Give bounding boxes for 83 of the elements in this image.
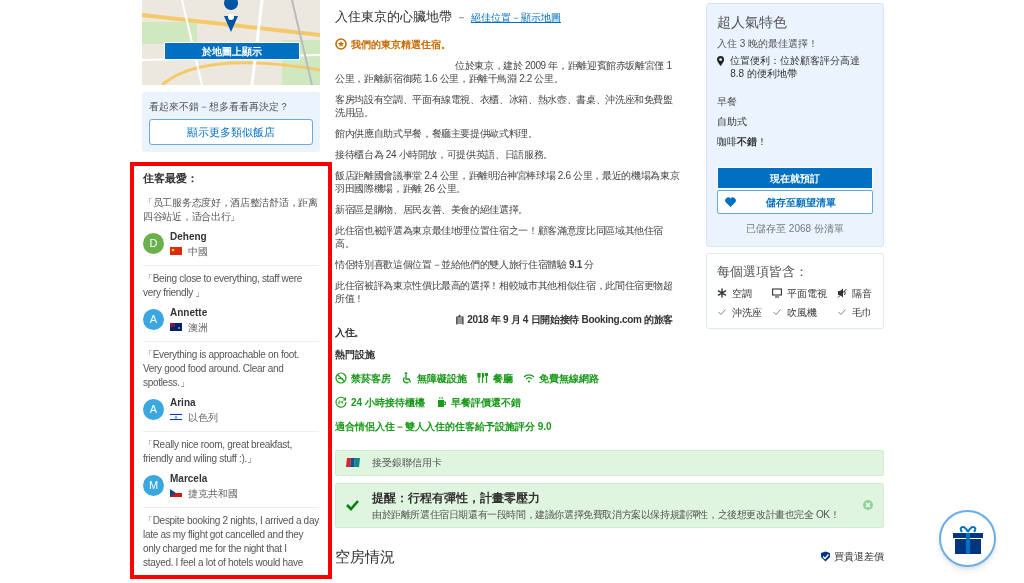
since-text: 自 2018 年 9 月 4 日開始接待 Booking.com 的旅客入住。 (335, 312, 675, 339)
payment-text: 接受銀聯信用卡 (372, 456, 442, 470)
reviewer-country: 澳洲 (188, 320, 208, 335)
heart-icon (725, 197, 736, 207)
check-icon (837, 307, 847, 317)
map-link[interactable]: 絕佳位置－顯示地圖 (471, 10, 561, 25)
card-title: 每個選項皆含： (717, 263, 809, 281)
avatar: D (143, 233, 164, 254)
reviewer-name: Annette (170, 305, 208, 320)
avatar: M (143, 475, 164, 496)
description-paragraph: 此住宿被評為東京性價比最高的選擇！相較城市其他相似住宿，此間住宿更物超所值！ (335, 278, 674, 305)
reviewer-name: Arina (170, 395, 197, 410)
amenity-label: 空調 (732, 286, 752, 301)
featured-label: 我們的東京精選住宿。 (351, 37, 451, 52)
separator: － (456, 10, 467, 25)
price-match-label: 買貴退差價 (834, 550, 884, 565)
avatar: A (143, 399, 164, 420)
location-pin-icon (717, 54, 725, 68)
review-quote: 「Despite booking 2 nights, I arrived a day late as my flight got cancelled and they only charged me for the night that I stayed. I feel a lot of hotels would have (143, 513, 319, 570)
wishlist-button[interactable]: 儲存至願望清單 (717, 190, 873, 214)
review-quote: 「Really nice room, great breakfast, friendly and wiling stuff :).」 (143, 437, 293, 466)
description-paragraph: 客房均設有空調、平面有線電視、衣櫃、冰箱、熱水壺、書桌、沖洗座和免費盥洗用品。 (335, 92, 674, 119)
reviewer-name: Marcela (170, 471, 209, 486)
tv-icon (772, 288, 782, 298)
headline: 入住東京的心臟地帶 (335, 8, 452, 26)
avatar: A (143, 309, 164, 330)
similar-prompt: 看起來不錯－想多看看再決定？ (149, 100, 290, 114)
description-paragraph: 情侶特別喜歡這個位置－並給他們的雙人旅行住宿體驗 9.1 分 (335, 257, 595, 271)
amenity-label: 吹風機 (787, 305, 817, 320)
gift-icon (951, 523, 984, 554)
availability-title: 空房情況 (335, 546, 395, 567)
reviewer-country: 中國 (188, 244, 208, 259)
location-text: 位置便利：位於顧客評分高達 8.8 的便利地帶 (730, 54, 862, 80)
description-paragraph: 新宿區是購物、居民友善、美食的絕佳選擇。 (335, 202, 529, 216)
facility-label: 餐廳 (493, 371, 513, 386)
description-paragraph: 此住宿也被評選為東京最佳地理位置住宿之一！顧客滿意度比同區域其他住宿高。 (335, 223, 665, 250)
shield-check-icon (820, 551, 831, 563)
star-badge-icon (335, 38, 347, 50)
coffee-text: 咖啡不錯！ (717, 135, 768, 149)
description-paragraph: 接待櫃台為 24 小時開放，可提供英語、日語服務。 (335, 147, 554, 161)
amenity-label: 毛巾 (852, 305, 872, 320)
more-hotels-button[interactable]: 顯示更多類似飯店 (149, 119, 313, 145)
wifi-icon (523, 372, 535, 384)
facility-label: 24 小時接待櫃檯 (351, 395, 425, 410)
reviewer-country: 以色列 (188, 410, 218, 425)
couples-note: 適合情侶入住－雙人入住的住客給予設施評分 9.0 (335, 419, 553, 434)
clock24-icon (335, 396, 347, 408)
reviewer-country: 捷克共和國 (188, 486, 238, 501)
wheelchair-icon (401, 372, 413, 384)
reminder-title: 提醒：行程有彈性，計畫零壓力 (372, 489, 541, 507)
section-title: 住客最愛： (143, 171, 199, 186)
snowflake-icon (717, 288, 727, 298)
muted-speaker-icon (837, 288, 847, 298)
description-paragraph: 位於東京，建於 2009 年，距離迎賓館赤坂離宮僅 1 公里，距離新宿御苑 1.6 公里，距離千鳥淵 2.2 公里。 (335, 58, 673, 85)
no-smoking-icon (335, 372, 347, 384)
check-icon (772, 307, 782, 317)
check-icon (717, 307, 727, 317)
review-quote: 「员工服务态度好，酒店整洁舒适，距离四谷站近，适合出行」 (143, 195, 319, 224)
amenity-label: 沖洗座 (732, 305, 762, 320)
reserve-button[interactable]: 現在就預訂 (717, 167, 873, 189)
facility-label: 早餐評價還不錯 (450, 395, 521, 410)
review-quote: 「Everything is approachable on foot. Very good food around. Clear and spotless.」 (143, 347, 300, 390)
description-paragraph: 館內供應自助式早餐，餐廳主要提供歐式料理。 (335, 126, 539, 140)
restaurant-icon (477, 372, 489, 384)
card-title: 超人氣特色 (717, 13, 788, 32)
amenity-label: 隔音 (852, 286, 872, 301)
breakfast-label: 早餐 (717, 95, 738, 109)
facilities-title: 熱門設施 (335, 347, 376, 362)
check-icon (346, 499, 360, 511)
breakfast-type: 自助式 (717, 115, 748, 129)
review-quote: 「Being close to everything, staff were very friendly 」 (143, 271, 304, 300)
description-paragraph: 飯店距離國會議事堂 2.4 公里，距離明治神宮棒球場 2.6 公里，最近的機場為東京羽田國際機場，距離 26 公里。 (335, 168, 680, 195)
facility-label: 禁菸客房 (351, 371, 391, 386)
amenity-label: 平面電視 (787, 286, 827, 301)
facility-label: 無障礙設施 (417, 371, 467, 386)
gift-button[interactable] (939, 510, 996, 567)
reminder-text: 由於距離所選住宿日期還有一段時間，建議你選擇免費取消方案以保持規劃彈性，之後想更改計畫也完全 OK！ (372, 507, 841, 522)
facility-label: 免費無線網路 (539, 371, 599, 386)
show-on-map-button[interactable]: 於地圖上顯示 (164, 42, 300, 60)
saved-count: 已儲存至 2068 份清單 (745, 222, 845, 236)
reviewer-name: Deheng (170, 229, 208, 244)
card-subtitle: 入住 3 晚的最佳選擇！ (717, 37, 820, 51)
card-icon (346, 458, 360, 467)
